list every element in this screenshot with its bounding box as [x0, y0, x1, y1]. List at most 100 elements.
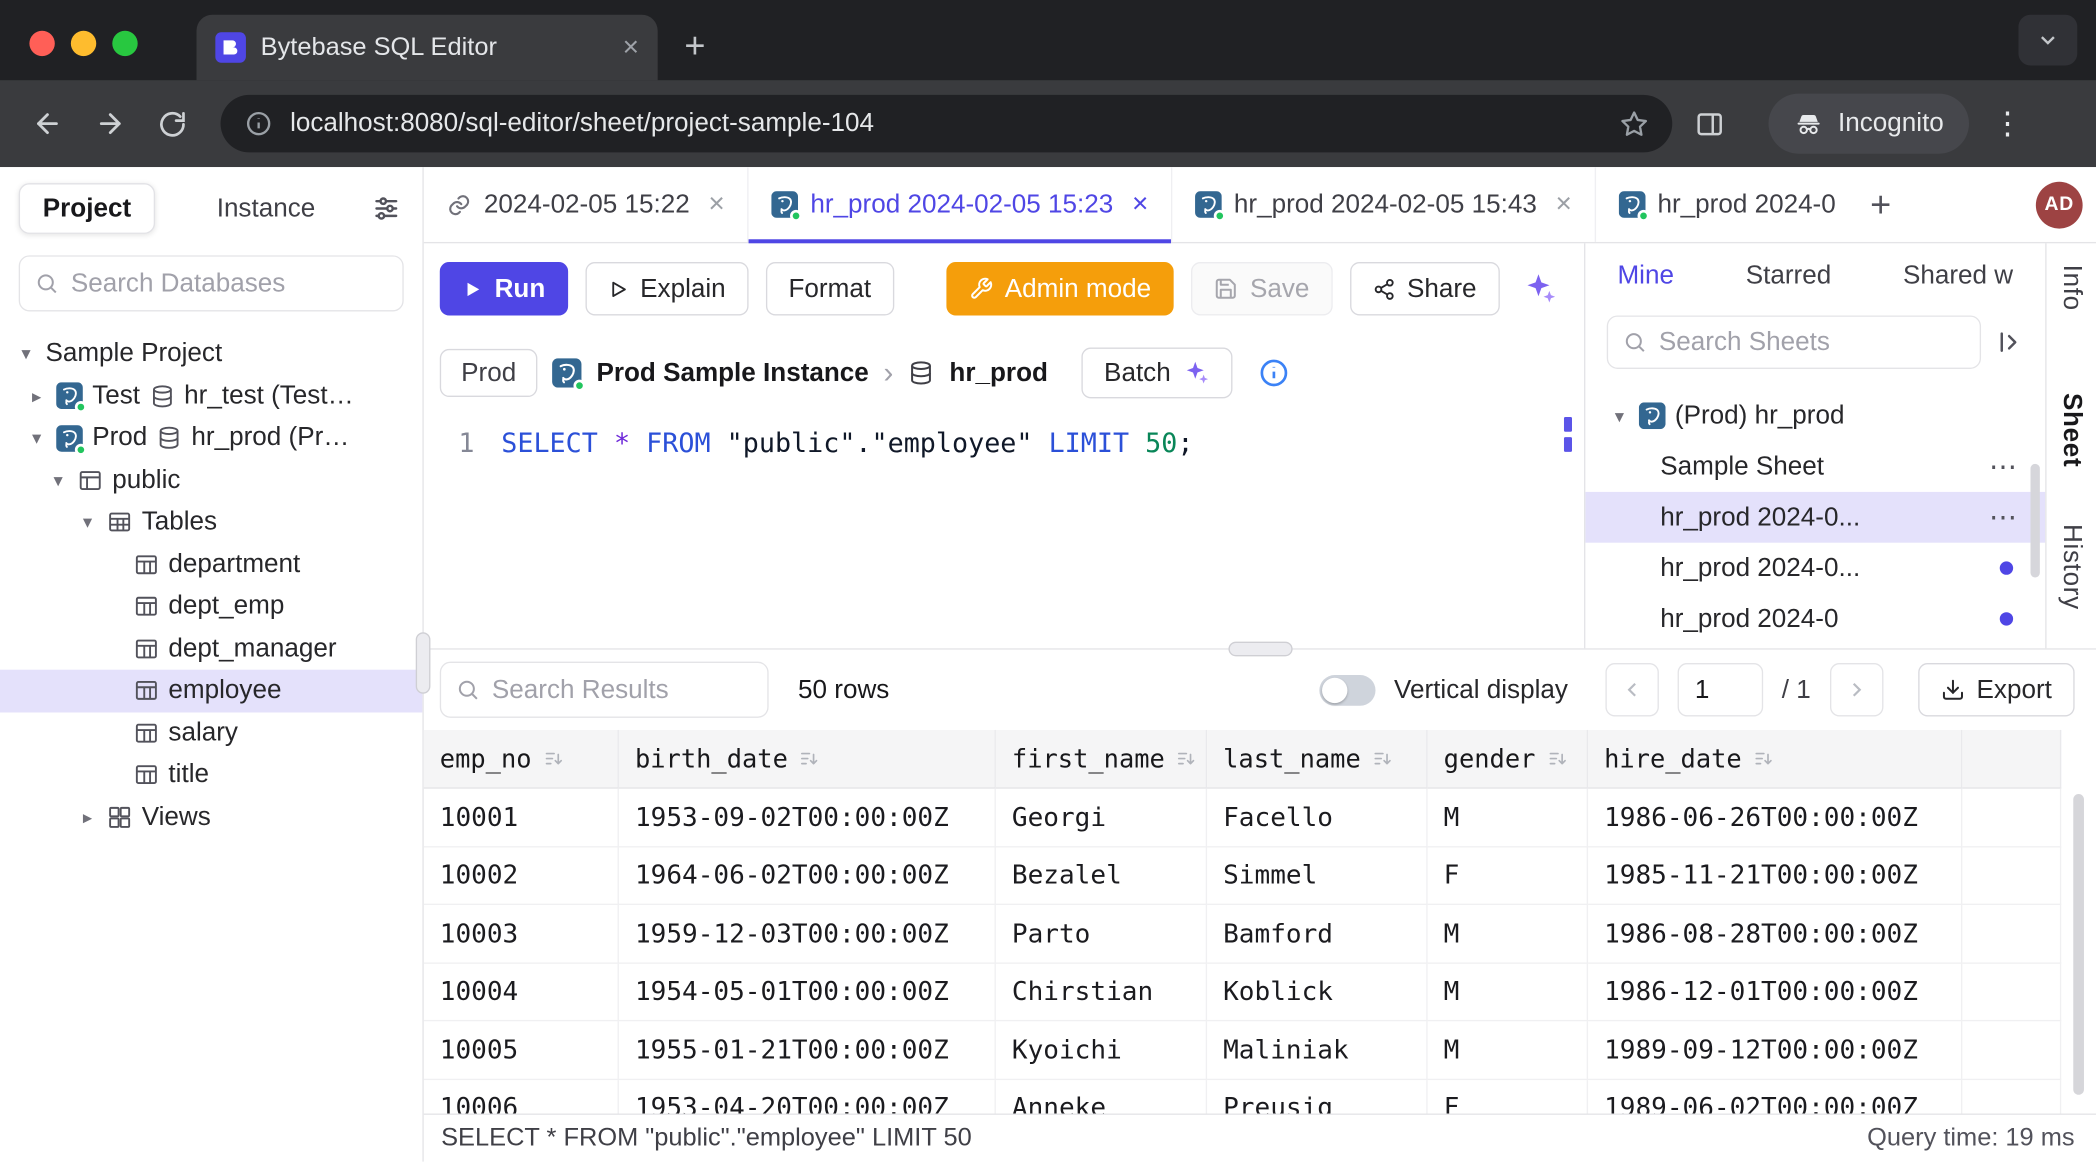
address-bar[interactable]: localhost:8080/sql-editor/sheet/project-…: [221, 95, 1673, 152]
sheet-item[interactable]: hr_prod 2024-0: [1585, 594, 2045, 645]
browser-tab[interactable]: Bytebase SQL Editor ×: [196, 15, 657, 80]
format-button[interactable]: Format: [766, 262, 894, 315]
sort-icon[interactable]: [800, 749, 820, 769]
tree-item-table-department[interactable]: department: [0, 543, 422, 585]
user-avatar[interactable]: AD: [2036, 181, 2083, 228]
sql-code-editor[interactable]: 1 SELECT * FROM "public"."employee" LIMI…: [424, 412, 1584, 649]
export-button[interactable]: Export: [1918, 663, 2075, 716]
column-header[interactable]: hire_date: [1588, 730, 1962, 789]
site-info-icon[interactable]: [245, 110, 273, 138]
tab-project[interactable]: Project: [19, 183, 155, 234]
ai-assistant-button[interactable]: [1522, 271, 1557, 306]
close-icon[interactable]: ×: [1132, 188, 1148, 220]
tab-shared[interactable]: Shared w: [1903, 260, 2013, 291]
close-icon[interactable]: ×: [708, 188, 724, 220]
sort-icon[interactable]: [1547, 749, 1567, 769]
run-button[interactable]: Run: [440, 262, 568, 315]
new-browser-tab-button[interactable]: +: [684, 25, 705, 66]
tree-item-views-group[interactable]: ▸ Views: [0, 796, 422, 838]
filter-settings-button[interactable]: [372, 194, 401, 223]
prev-page-button[interactable]: [1605, 663, 1658, 716]
bookmark-star-icon[interactable]: [1620, 110, 1648, 138]
tree-item-table-salary[interactable]: salary: [0, 712, 422, 754]
column-header[interactable]: emp_no: [424, 730, 619, 789]
save-button[interactable]: Save: [1191, 262, 1332, 315]
chevron-down-icon: ▾: [27, 427, 47, 450]
sheet-search[interactable]: [1607, 315, 1981, 368]
admin-mode-button[interactable]: Admin mode: [946, 262, 1174, 315]
reload-button[interactable]: [147, 98, 198, 149]
sidebar-resize-handle[interactable]: [416, 632, 431, 693]
results-search[interactable]: [440, 662, 769, 718]
postgres-icon: [56, 383, 83, 410]
table-cell: 1955-01-21T00:00:00Z: [619, 1021, 996, 1079]
database-breadcrumb[interactable]: hr_prod: [949, 358, 1047, 389]
column-header[interactable]: birth_date: [619, 730, 996, 789]
tree-item-table-title[interactable]: title: [0, 754, 422, 796]
sheet-group-row[interactable]: ▾ (Prod) hr_prod: [1585, 390, 2045, 441]
column-header[interactable]: gender: [1428, 730, 1588, 789]
tree-item-schema-public[interactable]: ▾ public: [0, 459, 422, 501]
tree-item-table-dept-manager[interactable]: dept_manager: [0, 628, 422, 670]
sheet-tab-4[interactable]: hr_prod 2024-0: [1596, 167, 1853, 242]
editor-scrollbar-mark[interactable]: [1564, 417, 1572, 432]
sheet-tab-1[interactable]: 2024-02-05 15:22 ×: [424, 167, 749, 242]
sheet-item[interactable]: hr_prod 2024-0...: [1585, 543, 2045, 594]
vertical-display-toggle[interactable]: [1319, 674, 1375, 705]
next-page-button[interactable]: [1830, 663, 1883, 716]
column-header[interactable]: first_name: [996, 730, 1207, 789]
status-dot: [1214, 210, 1226, 222]
close-icon[interactable]: ×: [1556, 188, 1572, 220]
window-minimize-button[interactable]: [71, 30, 96, 55]
instance-breadcrumb[interactable]: Prod Sample Instance: [596, 358, 868, 389]
unsaved-dot: [2000, 612, 2013, 625]
tab-starred[interactable]: Starred: [1746, 260, 1831, 291]
tree-item-test-instance[interactable]: ▸ Test hr_test (Test…: [0, 375, 422, 417]
sheet-tab-2[interactable]: hr_prod 2024-02-05 15:23 ×: [749, 167, 1173, 242]
editor-scrollbar-mark[interactable]: [1564, 437, 1572, 452]
sort-icon[interactable]: [544, 749, 564, 769]
browser-menu-button[interactable]: ⋮: [1992, 106, 2023, 142]
explain-button[interactable]: Explain: [585, 262, 748, 315]
tree-item-table-employee[interactable]: employee: [0, 670, 422, 712]
share-button[interactable]: Share: [1350, 262, 1500, 315]
database-search[interactable]: [19, 255, 404, 311]
tab-info[interactable]: Info: [2056, 265, 2087, 311]
collapse-panel-icon[interactable]: [1994, 327, 2023, 356]
column-header[interactable]: last_name: [1207, 730, 1428, 789]
sort-icon[interactable]: [1177, 749, 1197, 769]
sort-icon[interactable]: [1754, 749, 1774, 769]
tab-history[interactable]: History: [2056, 524, 2087, 610]
sheet-tab-3[interactable]: hr_prod 2024-02-05 15:43 ×: [1172, 167, 1596, 242]
table-cell: F: [1428, 1079, 1588, 1113]
status-dot: [75, 443, 87, 455]
tree-item-table-dept-emp[interactable]: dept_emp: [0, 585, 422, 627]
forward-button[interactable]: [84, 98, 135, 149]
new-sheet-button[interactable]: +: [1853, 167, 1909, 242]
side-panel-button[interactable]: [1684, 98, 1735, 149]
page-number-input[interactable]: [1678, 663, 1764, 716]
batch-button[interactable]: Batch: [1081, 348, 1232, 399]
tree-item-tables-group[interactable]: ▾ Tables: [0, 501, 422, 543]
sheet-item[interactable]: Sample Sheet ⋯: [1585, 441, 2045, 492]
results-scrollbar[interactable]: [2073, 794, 2084, 1095]
schema-icon: [78, 468, 103, 493]
tab-mine[interactable]: Mine: [1617, 260, 1674, 291]
tab-sheet[interactable]: Sheet: [2056, 393, 2087, 467]
tree-item-project[interactable]: ▾ Sample Project: [0, 333, 422, 375]
tab-close-icon[interactable]: ×: [623, 33, 639, 61]
results-resize-handle[interactable]: [1228, 642, 1292, 657]
results-search-input[interactable]: [492, 674, 753, 705]
sort-icon[interactable]: [1373, 749, 1393, 769]
window-close-button[interactable]: [29, 30, 54, 55]
database-search-input[interactable]: [71, 268, 388, 299]
tab-instance[interactable]: Instance: [217, 193, 316, 224]
info-icon[interactable]: [1258, 357, 1290, 389]
panel-scrollbar[interactable]: [2030, 464, 2039, 578]
sheet-item-selected[interactable]: hr_prod 2024-0... ⋯: [1585, 492, 2045, 543]
window-zoom-button[interactable]: [112, 30, 137, 55]
sheet-search-input[interactable]: [1659, 327, 1965, 358]
tree-item-prod-instance[interactable]: ▾ Prod hr_prod (Pr…: [0, 417, 422, 459]
back-button[interactable]: [21, 98, 72, 149]
tab-search-button[interactable]: [2018, 15, 2077, 66]
